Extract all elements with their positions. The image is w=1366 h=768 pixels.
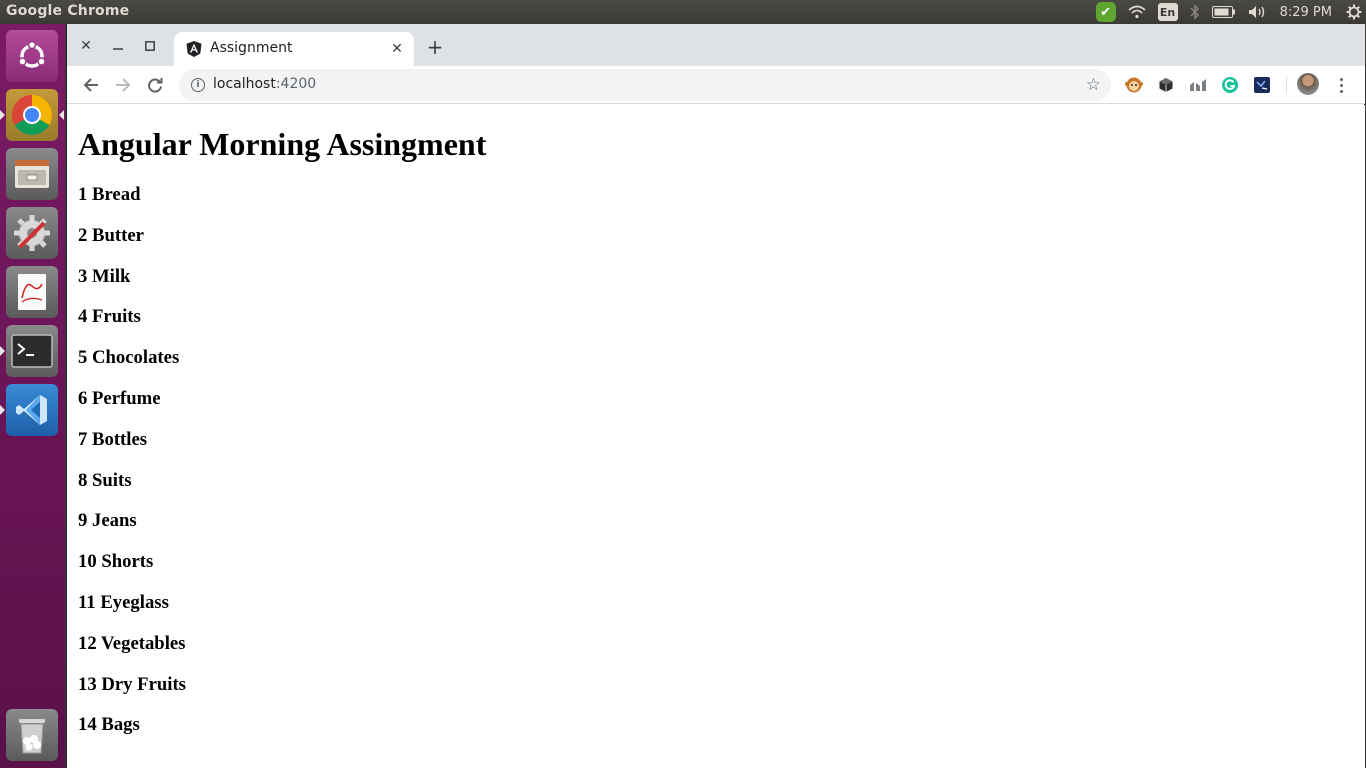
browser-toolbar: i localhost:4200 ☆ bbox=[67, 66, 1365, 104]
files-icon[interactable] bbox=[6, 148, 58, 200]
bookmark-star-icon[interactable]: ☆ bbox=[1086, 75, 1101, 95]
back-button[interactable] bbox=[80, 74, 102, 96]
chrome-menu-icon[interactable] bbox=[1331, 74, 1351, 96]
extension-monkey-icon[interactable] bbox=[1124, 75, 1144, 95]
clock[interactable]: 8:29 PM bbox=[1280, 0, 1332, 24]
extension-chart-icon[interactable] bbox=[1188, 75, 1208, 95]
window-minimize-icon[interactable] bbox=[108, 36, 128, 56]
toolbar-divider bbox=[1286, 77, 1287, 93]
bluetooth-icon[interactable] bbox=[1190, 0, 1200, 24]
url-host: localhost bbox=[213, 76, 276, 92]
chrome-running-indicator bbox=[0, 110, 5, 120]
input-method-indicator[interactable]: En bbox=[1157, 3, 1178, 21]
terminal-icon[interactable] bbox=[6, 325, 58, 377]
list-item: 7 Bottles bbox=[78, 428, 148, 450]
list-item: 2 Butter bbox=[78, 224, 144, 246]
list-item: 11 Eyeglass bbox=[78, 591, 169, 613]
update-check-icon[interactable]: ✔ bbox=[1095, 2, 1116, 22]
list-item: 13 Dry Fruits bbox=[78, 673, 186, 695]
vscode-running-indicator bbox=[0, 405, 5, 415]
tab-assignment[interactable]: Assignment ✕ bbox=[174, 32, 414, 66]
volume-icon[interactable] bbox=[1248, 0, 1268, 24]
list-item: 5 Chocolates bbox=[78, 347, 180, 369]
battery-icon[interactable] bbox=[1211, 0, 1236, 24]
list-item: 12 Vegetables bbox=[78, 632, 186, 654]
active-app-title: Google Chrome bbox=[6, 3, 130, 19]
profile-avatar[interactable] bbox=[1297, 73, 1319, 95]
list-item: 14 Bags bbox=[78, 714, 140, 736]
terminal-running-indicator bbox=[0, 346, 5, 356]
power-gear-icon[interactable] bbox=[1346, 0, 1362, 24]
window-maximize-icon[interactable] bbox=[140, 36, 160, 56]
extension-terminal-icon[interactable] bbox=[1252, 75, 1272, 95]
list-item: 8 Suits bbox=[78, 469, 132, 491]
document-viewer-icon[interactable] bbox=[6, 266, 58, 318]
wifi-icon[interactable] bbox=[1128, 0, 1146, 24]
url-port: :4200 bbox=[275, 76, 317, 92]
trash-icon[interactable] bbox=[6, 709, 58, 761]
address-bar[interactable]: i localhost:4200 ☆ bbox=[179, 69, 1111, 101]
site-info-icon[interactable]: i bbox=[191, 78, 205, 92]
extension-cube-icon[interactable] bbox=[1156, 75, 1176, 95]
url-text[interactable]: localhost:4200 bbox=[213, 76, 316, 92]
item-list: 1 Bread 2 Butter 3 Milk 4 Fruits 5 Chocolate… bbox=[78, 184, 186, 755]
top-panel: Google Chrome ✔ En 8:29 PM bbox=[0, 0, 1366, 24]
list-item: 6 Perfume bbox=[78, 387, 161, 409]
tab-title: Assignment bbox=[210, 40, 293, 56]
window-close-icon[interactable]: ✕ bbox=[76, 36, 96, 56]
list-item: 10 Shorts bbox=[78, 551, 154, 573]
chrome-focused-indicator bbox=[59, 110, 64, 120]
system-tray: ✔ En 8:29 PM bbox=[1090, 0, 1366, 24]
chrome-window: ✕ Assignment ✕ + i localhost:4200 ☆ Angu… bbox=[66, 24, 1365, 768]
page-content: Angular Morning Assingment 1 Bread 2 Butt… bbox=[67, 105, 1365, 768]
forward-button[interactable] bbox=[112, 74, 134, 96]
vscode-icon[interactable] bbox=[6, 384, 58, 436]
tab-close-icon[interactable]: ✕ bbox=[388, 40, 406, 58]
page-title: Angular Morning Assingment bbox=[78, 126, 487, 162]
tab-strip: ✕ Assignment ✕ + bbox=[67, 24, 1365, 66]
list-item: 1 Bread bbox=[78, 184, 141, 205]
list-item: 4 Fruits bbox=[78, 306, 141, 328]
chrome-icon[interactable] bbox=[6, 89, 58, 141]
new-tab-button[interactable]: + bbox=[425, 37, 445, 57]
list-item: 3 Milk bbox=[78, 265, 131, 287]
list-item: 9 Jeans bbox=[78, 510, 137, 532]
system-settings-icon[interactable] bbox=[6, 207, 58, 259]
ubuntu-dash-icon[interactable] bbox=[6, 30, 58, 82]
launcher bbox=[0, 24, 65, 768]
reload-button[interactable] bbox=[144, 74, 166, 96]
grammarly-icon[interactable] bbox=[1220, 75, 1240, 95]
angular-favicon-icon bbox=[186, 41, 202, 57]
